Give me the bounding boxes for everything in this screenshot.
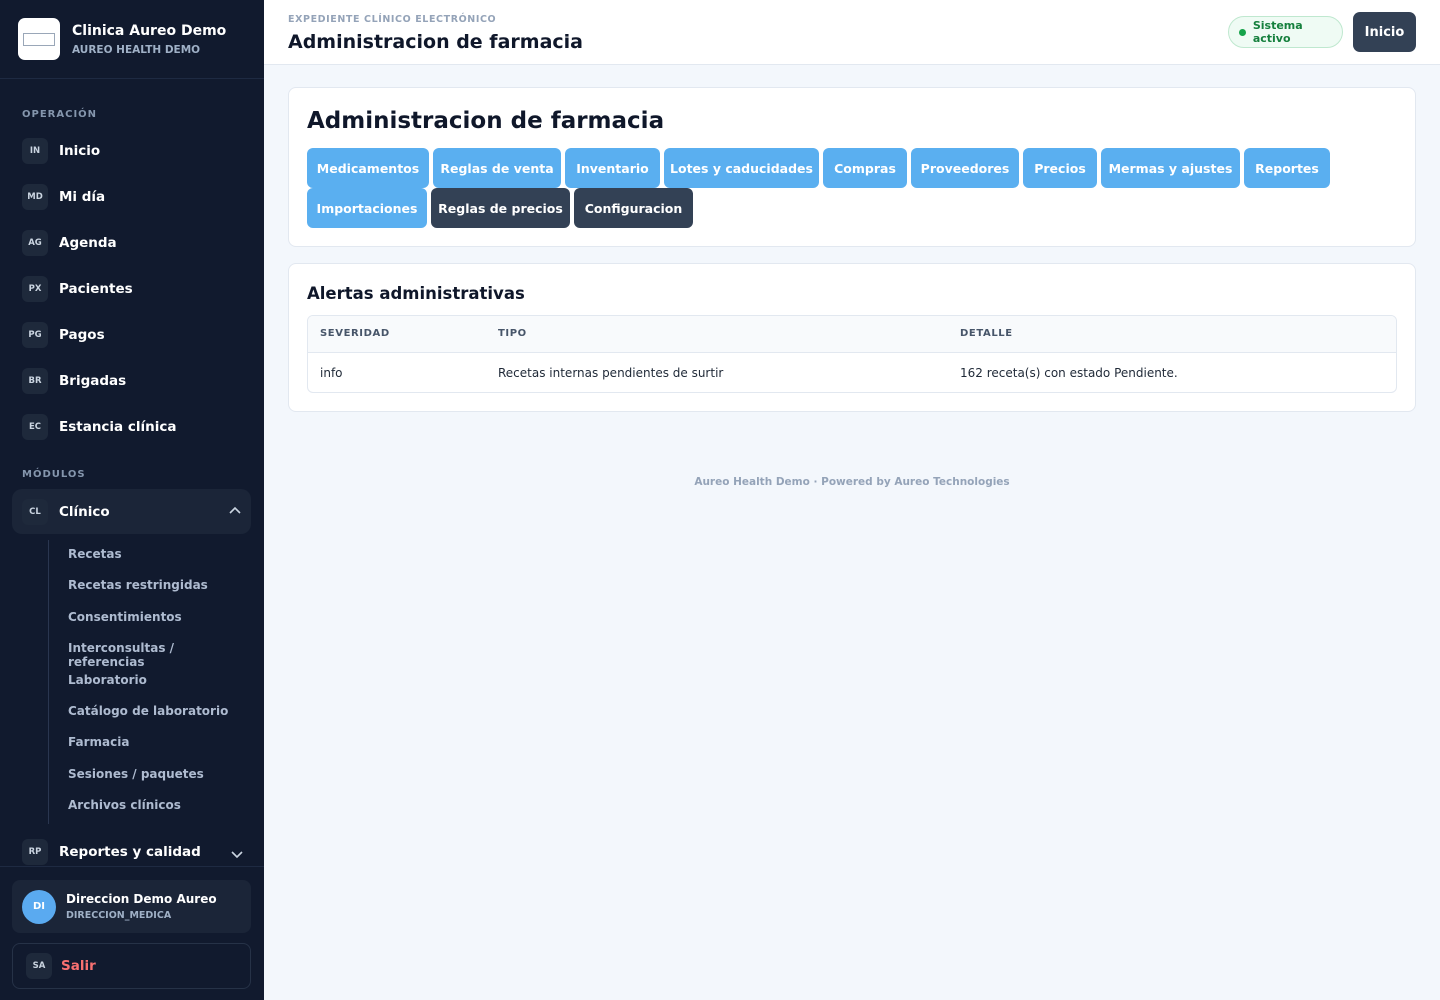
clinic-subtitle: AUREO HEALTH DEMO bbox=[72, 43, 201, 56]
header-eyebrow: EXPEDIENTE CLÍNICO ELECTRÓNICO bbox=[288, 14, 497, 25]
sidebar-item-label: Pacientes bbox=[59, 281, 133, 297]
module-label: Clínico bbox=[59, 503, 110, 520]
module-reportes-calidad[interactable]: RP Reportes y calidad bbox=[22, 838, 243, 866]
tab-compras[interactable]: Compras bbox=[823, 148, 907, 188]
sidebar-item-label: Brigadas bbox=[59, 373, 127, 389]
sidebar-item-label: Estancia clínica bbox=[59, 419, 177, 435]
page-title: Administracion de farmacia bbox=[288, 31, 583, 53]
submenu-item-consentimientos[interactable]: Consentimientos bbox=[68, 610, 182, 624]
user-name: Direccion Demo Aureo bbox=[66, 892, 217, 906]
submenu-item-catalogo-laboratorio[interactable]: Catálogo de laboratorio bbox=[68, 704, 228, 718]
logout-label: Salir bbox=[61, 958, 96, 974]
user-role: DIRECCION_MEDICA bbox=[66, 910, 172, 921]
pharmacy-admin-card: Administracion de farmacia Medicamentos … bbox=[288, 87, 1416, 247]
sidebar-item-estancia-clinica[interactable]: EC Estancia clínica bbox=[22, 413, 176, 441]
tab-reglas-de-venta[interactable]: Reglas de venta bbox=[433, 148, 561, 188]
submenu-item-archivos-clinicos[interactable]: Archivos clínicos bbox=[68, 798, 181, 812]
tab-proveedores[interactable]: Proveedores bbox=[911, 148, 1019, 188]
sidebar-item-agenda[interactable]: AG Agenda bbox=[22, 229, 117, 257]
status-dot-icon bbox=[1239, 28, 1246, 36]
nav-badge-icon: PX bbox=[22, 276, 48, 302]
nav-badge-icon: PG bbox=[22, 322, 48, 348]
column-header-tipo: TIPO bbox=[498, 328, 527, 339]
nav-badge-icon: CL bbox=[22, 498, 48, 525]
submenu-item-sesiones-paquetes[interactable]: Sesiones / paquetes bbox=[68, 767, 204, 781]
top-header: EXPEDIENTE CLÍNICO ELECTRÓNICO Administr… bbox=[264, 0, 1440, 65]
sidebar-item-mi-dia[interactable]: MD Mi día bbox=[22, 183, 105, 211]
avatar: DI bbox=[22, 889, 56, 924]
chevron-up-icon bbox=[229, 506, 241, 514]
nav-badge-icon: BR bbox=[22, 368, 48, 394]
alerts-title: Alertas administrativas bbox=[307, 284, 525, 303]
tab-precios[interactable]: Precios bbox=[1023, 148, 1097, 188]
clinic-logo bbox=[18, 18, 60, 60]
nav-badge-icon: AG bbox=[22, 230, 48, 256]
tab-mermas-ajustes[interactable]: Mermas y ajustes bbox=[1101, 148, 1240, 188]
user-profile-card[interactable]: DI Direccion Demo Aureo DIRECCION_MEDICA bbox=[12, 880, 251, 933]
cell-severidad: info bbox=[320, 366, 343, 380]
tab-configuracion[interactable]: Configuracion bbox=[574, 188, 693, 228]
clinic-name: Clinica Aureo Demo bbox=[72, 22, 227, 39]
alerts-table: SEVERIDAD TIPO DETALLE info Recetas inte… bbox=[307, 315, 1397, 393]
column-header-severidad: SEVERIDAD bbox=[320, 328, 390, 339]
submenu-item-laboratorio[interactable]: Laboratorio bbox=[68, 673, 147, 687]
sidebar-item-label: Pagos bbox=[59, 327, 105, 343]
tab-reportes[interactable]: Reportes bbox=[1244, 148, 1330, 188]
sidebar-item-label: Inicio bbox=[59, 143, 101, 159]
cell-detalle: 162 receta(s) con estado Pendiente. bbox=[960, 366, 1178, 380]
table-header: SEVERIDAD TIPO DETALLE bbox=[308, 316, 1396, 353]
status-badge: Sistema activo bbox=[1228, 16, 1343, 48]
submenu-item-recetas-restringidas[interactable]: Recetas restringidas bbox=[68, 578, 208, 592]
nav-badge-icon: IN bbox=[22, 138, 48, 164]
sidebar-item-brigadas[interactable]: BR Brigadas bbox=[22, 367, 126, 395]
status-text: Sistema activo bbox=[1252, 19, 1303, 45]
tab-reglas-de-precios[interactable]: Reglas de precios bbox=[431, 188, 570, 228]
sidebar-item-pagos[interactable]: PG Pagos bbox=[22, 321, 105, 349]
sidebar-item-inicio[interactable]: IN Inicio bbox=[22, 137, 100, 165]
submenu-item-farmacia[interactable]: Farmacia bbox=[68, 735, 129, 749]
column-header-detalle: DETALLE bbox=[960, 328, 1013, 339]
module-label: Reportes y calidad bbox=[59, 844, 201, 860]
nav-badge-icon: MD bbox=[22, 184, 48, 210]
section-label-operation: OPERACIÓN bbox=[22, 109, 98, 120]
sidebar-footer: DI Direccion Demo Aureo DIRECCION_MEDICA… bbox=[0, 866, 264, 1000]
nav-badge-icon: RP bbox=[22, 839, 48, 865]
nav-badge-icon: EC bbox=[22, 414, 48, 440]
module-clinico[interactable]: CL Clínico bbox=[12, 489, 251, 534]
sidebar-item-label: Agenda bbox=[59, 235, 117, 251]
tab-medicamentos[interactable]: Medicamentos bbox=[307, 148, 429, 188]
sidebar: Clinica Aureo Demo AUREO HEALTH DEMO OPE… bbox=[0, 0, 264, 1000]
clinico-submenu: Recetas Recetas restringidas Consentimie… bbox=[48, 540, 248, 824]
submenu-item-interconsultas[interactable]: Interconsultas / referencias bbox=[68, 641, 248, 669]
tab-importaciones[interactable]: Importaciones bbox=[307, 188, 427, 228]
logout-badge-icon: SA bbox=[26, 953, 52, 979]
chevron-down-icon bbox=[231, 851, 243, 859]
cell-tipo: Recetas internas pendientes de surtir bbox=[498, 366, 724, 380]
tab-lotes-caducidades[interactable]: Lotes y caducidades bbox=[664, 148, 819, 188]
page-footer: Aureo Health Demo · Powered by Aureo Tec… bbox=[694, 476, 1010, 488]
logout-button[interactable]: SA Salir bbox=[12, 943, 251, 989]
sidebar-item-pacientes[interactable]: PX Pacientes bbox=[22, 275, 133, 303]
admin-alerts-card: Alertas administrativas SEVERIDAD TIPO D… bbox=[288, 263, 1416, 412]
pharmacy-admin-title: Administracion de farmacia bbox=[307, 108, 665, 134]
submenu-item-recetas[interactable]: Recetas bbox=[68, 547, 122, 561]
tab-inventario[interactable]: Inventario bbox=[565, 148, 660, 188]
brand-header[interactable]: Clinica Aureo Demo AUREO HEALTH DEMO bbox=[0, 0, 264, 79]
sidebar-item-label: Mi día bbox=[59, 189, 106, 205]
home-button[interactable]: Inicio bbox=[1353, 12, 1416, 52]
section-label-modules: MÓDULOS bbox=[22, 469, 86, 480]
